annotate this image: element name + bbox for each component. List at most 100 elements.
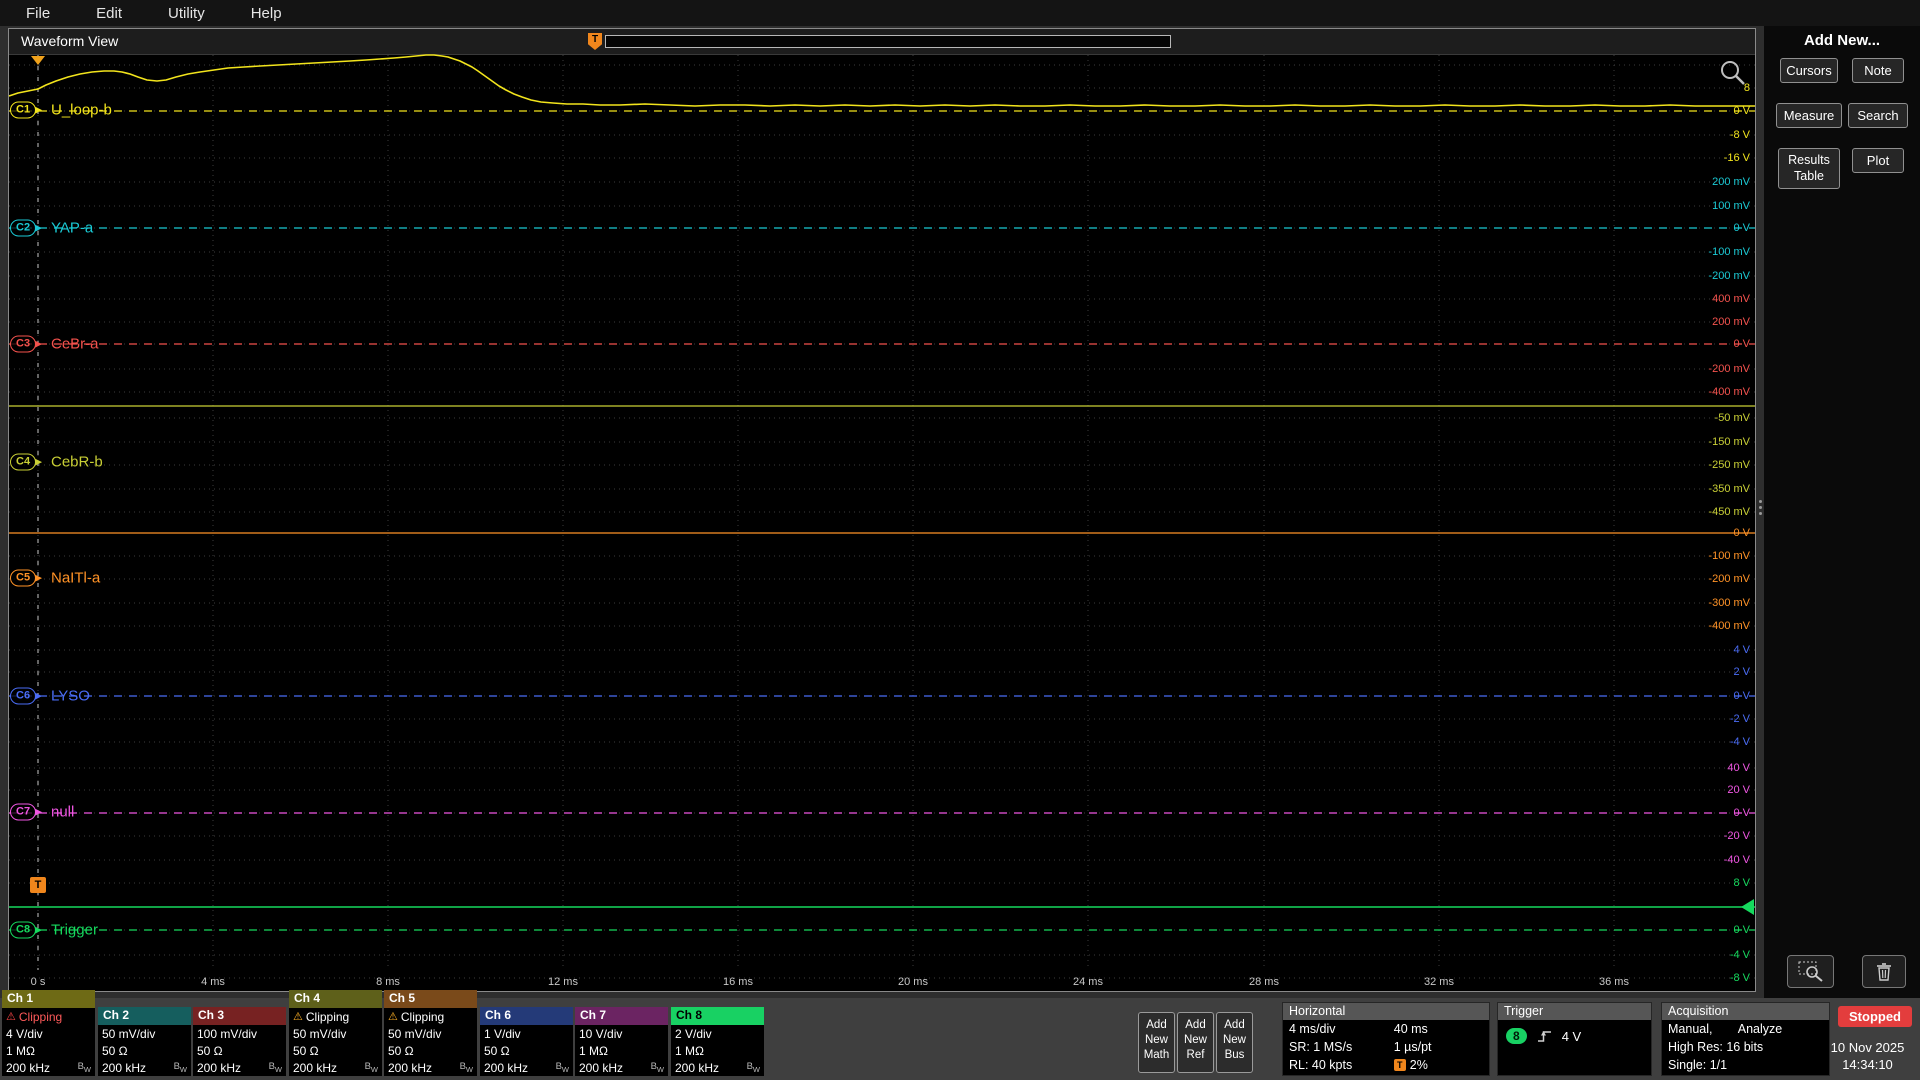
acq-single: Single: 1/1 — [1668, 1058, 1728, 1072]
ch8-header: Ch 8 — [671, 1007, 764, 1025]
c5-label: NaITl-a — [50, 569, 101, 587]
ch3-bandwidth: 200 kHz — [197, 1060, 242, 1075]
bandwidth-limit-icon: BW — [77, 1061, 91, 1074]
status-bar: Ch 1 ⚠ Clipping 4 V/div 1 MΩ 200 kHz BW Ch… — [0, 990, 1920, 1080]
add-new-bus-button[interactable]: Add New Bus — [1216, 1012, 1253, 1073]
ch7-impedance: 1 MΩ — [579, 1043, 608, 1058]
ch2-settings-badge[interactable]: Ch 2 50 mV/div 50 Ω 200 kHz BW — [98, 1007, 191, 1076]
channel-handle-c1[interactable]: C1 ▶ U_loop-b — [10, 101, 112, 119]
trash-icon — [1877, 962, 1891, 981]
add-new-ref-button[interactable]: Add New Ref — [1177, 1012, 1214, 1073]
c7-label: null — [50, 803, 75, 821]
time-display: 14:34:10 — [1842, 1057, 1893, 1072]
horizontal-scale: 4 ms/div — [1289, 1022, 1336, 1036]
ch5-settings-badge[interactable]: Ch 5 ⚠ Clipping 50 mV/div 50 Ω 200 kHz BW — [384, 990, 477, 1076]
add-new-math-button[interactable]: Add New Math — [1138, 1012, 1175, 1073]
bandwidth-limit-icon: BW — [173, 1061, 187, 1074]
trigger-level-marker[interactable]: T — [30, 877, 46, 893]
c2-badge-tail-icon: ▶ — [35, 222, 42, 233]
c1-label: U_loop-b — [50, 101, 112, 119]
ch2-bandwidth: 200 kHz — [102, 1060, 147, 1075]
run-status-badge: Stopped — [1838, 1006, 1912, 1027]
trigger-time-marker-icon[interactable] — [31, 56, 45, 65]
channel-handle-c6[interactable]: C6 ▶ LYSO — [10, 687, 90, 705]
clipping-warning-icon: ⚠ — [6, 1011, 16, 1023]
record-overview-bar[interactable] — [605, 35, 1171, 48]
c6-label: LYSO — [50, 687, 90, 705]
c4-badge-tail-icon: ▶ — [35, 456, 42, 467]
ch3-header: Ch 3 — [193, 1007, 286, 1025]
menu-utility[interactable]: Utility — [168, 5, 205, 22]
zoom-mode-button[interactable] — [1787, 955, 1834, 988]
channel-handle-c5[interactable]: C5 ▶ NaITl-a — [10, 569, 101, 587]
c3-label: CeBr-a — [50, 335, 99, 353]
plot-button[interactable]: Plot — [1852, 148, 1904, 173]
ch7-settings-badge[interactable]: Ch 7 10 V/div 1 MΩ 200 kHz BW — [575, 1007, 668, 1076]
c4-label: CebR-b — [50, 453, 103, 471]
ch5-scale: 50 mV/div — [388, 1026, 442, 1041]
ch1-impedance: 1 MΩ — [6, 1043, 35, 1058]
menu-help[interactable]: Help — [251, 5, 282, 22]
search-button[interactable]: Search — [1848, 103, 1908, 128]
ch3-settings-badge[interactable]: Ch 3 100 mV/div 50 Ω 200 kHz BW — [193, 1007, 286, 1076]
channel-handle-c7[interactable]: C7 ▶ null — [10, 803, 75, 821]
rising-edge-icon — [1537, 1030, 1551, 1042]
c1-badge[interactable]: C1 — [10, 101, 37, 119]
ch4-settings-badge[interactable]: Ch 4 ⚠ Clipping 50 mV/div 50 Ω 200 kHz BW — [289, 990, 382, 1076]
delete-button[interactable] — [1862, 955, 1906, 988]
ch3-scale: 100 mV/div — [197, 1026, 258, 1041]
menu-file[interactable]: File — [26, 5, 50, 22]
c3-badge[interactable]: C3 — [10, 335, 37, 353]
c7-badge-tail-icon: ▶ — [35, 806, 42, 817]
ch4-scale: 50 mV/div — [293, 1026, 347, 1041]
c3-badge-tail-icon: ▶ — [35, 338, 42, 349]
c2-badge[interactable]: C2 — [10, 219, 37, 237]
ch1-settings-badge[interactable]: Ch 1 ⚠ Clipping 4 V/div 1 MΩ 200 kHz BW — [2, 990, 95, 1076]
clipping-warning-icon: ⚠ — [293, 1011, 303, 1023]
c8-badge-tail-icon: ▶ — [35, 924, 42, 935]
menu-edit[interactable]: Edit — [96, 5, 122, 22]
ch1-scale: 4 V/div — [6, 1026, 43, 1041]
channel-handle-c2[interactable]: C2 ▶ YAP-a — [10, 219, 93, 237]
sample-interval: 1 µs/pt — [1393, 1040, 1432, 1054]
c4-badge[interactable]: C4 — [10, 453, 37, 471]
ch2-header: Ch 2 — [98, 1007, 191, 1025]
ch4-bandwidth: 200 kHz — [293, 1060, 338, 1075]
ch6-bandwidth: 200 kHz — [484, 1060, 529, 1075]
horizontal-settings-badge[interactable]: Horizontal 4 ms/div 40 ms SR: 1 MS/s 1 µs/… — [1282, 1002, 1490, 1076]
trigger-settings-badge[interactable]: Trigger 8 4 V — [1497, 1002, 1652, 1076]
ch7-bandwidth: 200 kHz — [579, 1060, 624, 1075]
c7-badge[interactable]: C7 — [10, 803, 37, 821]
ch8-settings-badge[interactable]: Ch 8 2 V/div 1 MΩ 200 kHz BW — [671, 1007, 764, 1076]
magnifier-icon[interactable] — [1718, 58, 1748, 88]
panel-splitter-handle[interactable] — [1756, 500, 1764, 524]
ch6-impedance: 50 Ω — [484, 1043, 510, 1058]
ch2-impedance: 50 Ω — [102, 1043, 128, 1058]
ch2-scale: 50 mV/div — [102, 1026, 156, 1041]
measure-button[interactable]: Measure — [1776, 103, 1842, 128]
trigger-position-marker-icon[interactable]: T — [588, 33, 602, 50]
cursors-button[interactable]: Cursors — [1780, 58, 1838, 83]
clipping-warning-icon: ⚠ — [388, 1011, 398, 1023]
results-table-button[interactable]: Results Table — [1778, 148, 1840, 190]
c5-badge[interactable]: C5 — [10, 569, 37, 587]
c8-badge[interactable]: C8 — [10, 921, 37, 939]
acquisition-settings-badge[interactable]: Acquisition Manual, Analyze High Res: 16 … — [1661, 1002, 1830, 1076]
c6-badge[interactable]: C6 — [10, 687, 37, 705]
channel-handle-c3[interactable]: C3 ▶ CeBr-a — [10, 335, 99, 353]
bandwidth-limit-icon: BW — [459, 1061, 473, 1074]
ch8-bandwidth: 200 kHz — [675, 1060, 720, 1075]
acq-analyze: Analyze — [1737, 1022, 1783, 1036]
acq-resolution: High Res: 16 bits — [1668, 1040, 1764, 1054]
trigger-level-arrow-icon[interactable] — [1741, 899, 1754, 915]
channel-handle-c8[interactable]: C8 ▶ Trigger — [10, 921, 98, 939]
ch8-impedance: 1 MΩ — [675, 1043, 704, 1058]
ch5-impedance: 50 Ω — [388, 1043, 414, 1058]
trigger-level-value: 4 V — [1561, 1028, 1582, 1044]
channel-handle-c4[interactable]: C4 ▶ CebR-b — [10, 453, 103, 471]
ch6-settings-badge[interactable]: Ch 6 1 V/div 50 Ω 200 kHz BW — [480, 1007, 573, 1076]
note-button[interactable]: Note — [1852, 58, 1904, 83]
ch7-scale: 10 V/div — [579, 1026, 623, 1041]
date-display: 10 Nov 2025 — [1830, 1040, 1905, 1055]
ch4-impedance: 50 Ω — [293, 1043, 319, 1058]
